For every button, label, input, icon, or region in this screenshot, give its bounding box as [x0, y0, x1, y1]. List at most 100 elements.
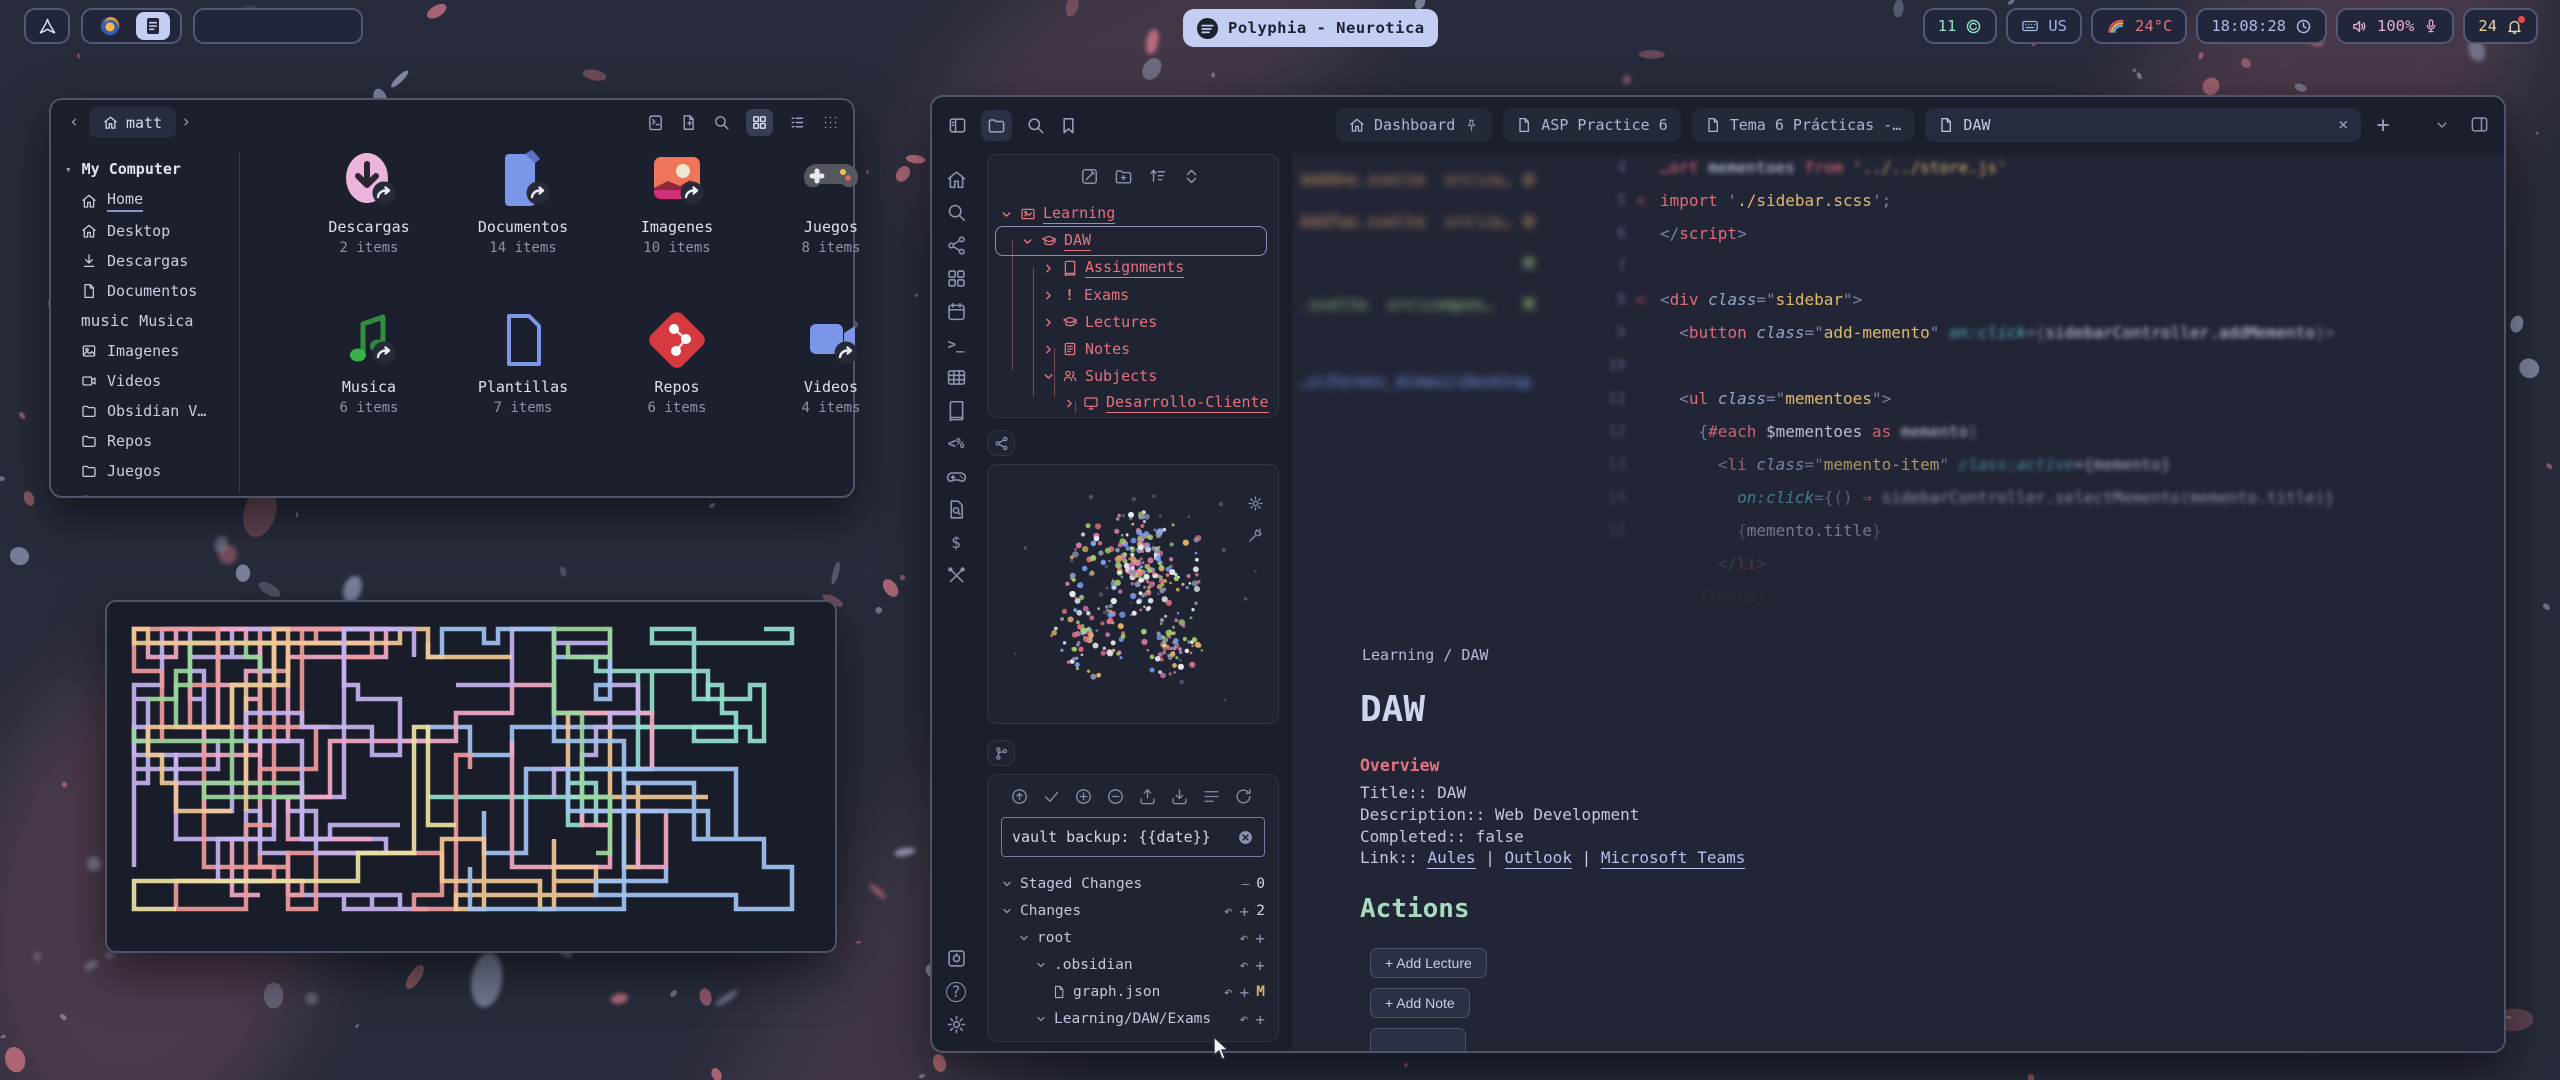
git-tab-chip[interactable] — [987, 740, 1015, 766]
stage-icon[interactable]: + — [1255, 929, 1265, 948]
undo-icon[interactable]: ↶ — [1239, 929, 1248, 947]
git-row-learning-daw-exams[interactable]: Learning/DAW/Exams↶+ — [1035, 1006, 1265, 1032]
tree-node-daw[interactable]: DAW — [1021, 228, 1091, 254]
dock-item-firefox[interactable] — [93, 12, 127, 40]
ribbon-gamepad[interactable] — [941, 460, 971, 493]
folder-tile-musica[interactable]: Musica6 items — [309, 308, 429, 416]
action-button-partial[interactable] — [1370, 1028, 1466, 1053]
tree-node-desarrollo-cliente[interactable]: Desarrollo-Cliente — [1063, 390, 1269, 416]
fm-tool-compact-view[interactable] — [822, 109, 839, 136]
check-icon[interactable] — [1042, 787, 1061, 806]
sort-icon[interactable] — [1148, 167, 1167, 186]
sidebar-item-imagenes[interactable]: Imagenes — [81, 336, 237, 366]
folder-tile-videos[interactable]: Videos4 items — [771, 308, 891, 416]
sidebar-item-descargas[interactable]: Descargas — [81, 246, 237, 276]
stage-icon[interactable]: + — [1255, 1010, 1265, 1029]
sidebar-item-musica[interactable]: musicMusica — [81, 306, 237, 336]
ribbon-dollar[interactable]: $ — [941, 526, 971, 559]
pull-icon[interactable] — [1170, 787, 1189, 806]
git-row-root[interactable]: root↶+ — [1018, 925, 1265, 951]
sidebar-item-desktop[interactable]: Desktop — [81, 216, 237, 246]
top-icon-search[interactable] — [1026, 116, 1045, 135]
tray-updates[interactable]: 11 — [1923, 8, 1998, 44]
tab-close-icon[interactable]: × — [2338, 115, 2348, 135]
graph-settings-gear-icon[interactable] — [1247, 495, 1264, 512]
folder-tile-descargas[interactable]: Descargas2 items — [309, 148, 429, 256]
ribbon-help[interactable]: ? — [941, 975, 971, 1008]
tab-list-chevron-icon[interactable] — [2434, 117, 2450, 133]
tray-weather[interactable]: 24°C — [2091, 8, 2187, 44]
sidebar-item-documentos[interactable]: Documentos — [81, 276, 237, 306]
breadcrumb[interactable]: matt — [89, 107, 176, 138]
ribbon-tools[interactable] — [941, 559, 971, 592]
folder-tile-juegos[interactable]: Juegos8 items — [771, 148, 891, 256]
stage-icon[interactable]: + — [1240, 902, 1250, 921]
collapse-icon[interactable] — [1182, 167, 1201, 186]
git-row-staged-changes[interactable]: Staged Changes—0 — [1001, 871, 1265, 897]
ribbon-table[interactable] — [941, 361, 971, 394]
right-sidebar-toggle-icon[interactable] — [2470, 115, 2489, 134]
note-link-aules[interactable]: Aules — [1427, 848, 1475, 869]
folder-tile-documentos[interactable]: Documentos14 items — [463, 148, 583, 256]
top-icon-bookmark[interactable] — [1059, 116, 1078, 135]
undo-icon[interactable]: ↶ — [1239, 1010, 1248, 1028]
ribbon-home[interactable] — [941, 163, 971, 196]
git-row--obsidian[interactable]: .obsidian↶+ — [1035, 952, 1265, 978]
action-button--add-lecture[interactable]: + Add Lecture — [1370, 948, 1487, 978]
note-link-microsoft-teams[interactable]: Microsoft Teams — [1601, 848, 1746, 869]
ribbon-vault[interactable] — [941, 942, 971, 975]
folder-tile-imagenes[interactable]: Imagenes10 items — [617, 148, 737, 256]
note-breadcrumb[interactable]: Learning / DAW — [1362, 646, 1488, 664]
tab-asp-practice-6[interactable]: ASP Practice 6 — [1503, 108, 1680, 142]
graph-filter-icon[interactable] — [1247, 527, 1264, 544]
sidebar-item-repos[interactable]: Repos — [81, 426, 237, 456]
clear-input-icon[interactable] — [1237, 829, 1254, 846]
list-icon[interactable] — [1202, 787, 1221, 806]
graph-canvas[interactable] — [988, 465, 1279, 724]
stage-icon[interactable]: + — [1255, 956, 1265, 975]
top-icon-files[interactable] — [981, 110, 1012, 141]
undo-icon[interactable]: ↶ — [1224, 983, 1233, 1001]
commit-message-input[interactable]: vault backup: {{date}} — [1001, 817, 1265, 857]
tray-volume[interactable]: 100% — [2336, 8, 2454, 44]
ribbon-search[interactable] — [941, 196, 971, 229]
tab-daw[interactable]: DAW× — [1925, 108, 2361, 142]
minus-circle-icon[interactable] — [1106, 787, 1125, 806]
ribbon-terminal[interactable]: >_ — [941, 328, 971, 361]
git-row-graph-json[interactable]: graph.json↶+M — [1052, 979, 1265, 1005]
stage-icon[interactable]: + — [1240, 983, 1250, 1002]
fm-tool-search[interactable] — [713, 109, 730, 136]
tree-node-exams[interactable]: !Exams — [1042, 282, 1129, 308]
ribbon-graph[interactable] — [941, 229, 971, 262]
tray-keyboard-layout[interactable]: US — [2006, 8, 2082, 44]
unstage-icon[interactable]: — — [1241, 877, 1249, 892]
sidebar-item-juegos[interactable]: Juegos — [81, 456, 237, 486]
git-row-changes[interactable]: Changes↶+2 — [1001, 898, 1265, 924]
fm-tool-terminal[interactable] — [647, 109, 664, 136]
dock-item-notes[interactable] — [136, 12, 170, 40]
pipes-terminal-window[interactable] — [105, 600, 837, 953]
ribbon-canvas[interactable] — [941, 262, 971, 295]
folder-tile-plantillas[interactable]: Plantillas7 items — [463, 308, 583, 416]
undo-icon[interactable]: ↶ — [1239, 956, 1248, 974]
ribbon-calendar[interactable] — [941, 295, 971, 328]
tray-clock[interactable]: 18:08:28 — [2196, 8, 2327, 44]
tree-node-subjects[interactable]: Subjects — [1042, 363, 1157, 389]
new-note-icon[interactable] — [1080, 167, 1099, 186]
ribbon-code[interactable]: <% — [941, 427, 971, 460]
graph-tab-chip[interactable] — [987, 430, 1015, 456]
refresh-icon[interactable] — [1234, 787, 1253, 806]
sidebar-item-partial[interactable] — [81, 486, 237, 496]
push-icon[interactable] — [1138, 787, 1157, 806]
undo-icon[interactable]: ↶ — [1224, 902, 1233, 920]
sidebar-item-videos[interactable]: Videos — [81, 366, 237, 396]
sidebar-item-obsidianv[interactable]: Obsidian V… — [81, 396, 237, 426]
commit-up-icon[interactable] — [1010, 787, 1029, 806]
fm-tool-list-view[interactable] — [789, 109, 806, 136]
editor-pane[interactable]: AddOne.svelte src\co…UAddTwo.svelte src\… — [1292, 154, 2506, 1053]
media-widget[interactable]: Polyphia - Neurotica — [1183, 9, 1438, 47]
plus-circle-icon[interactable] — [1074, 787, 1093, 806]
tab-dashboard[interactable]: Dashboard — [1336, 108, 1492, 142]
fm-tool-grid-view[interactable] — [746, 109, 773, 136]
back-button[interactable]: ‹ — [69, 112, 79, 132]
